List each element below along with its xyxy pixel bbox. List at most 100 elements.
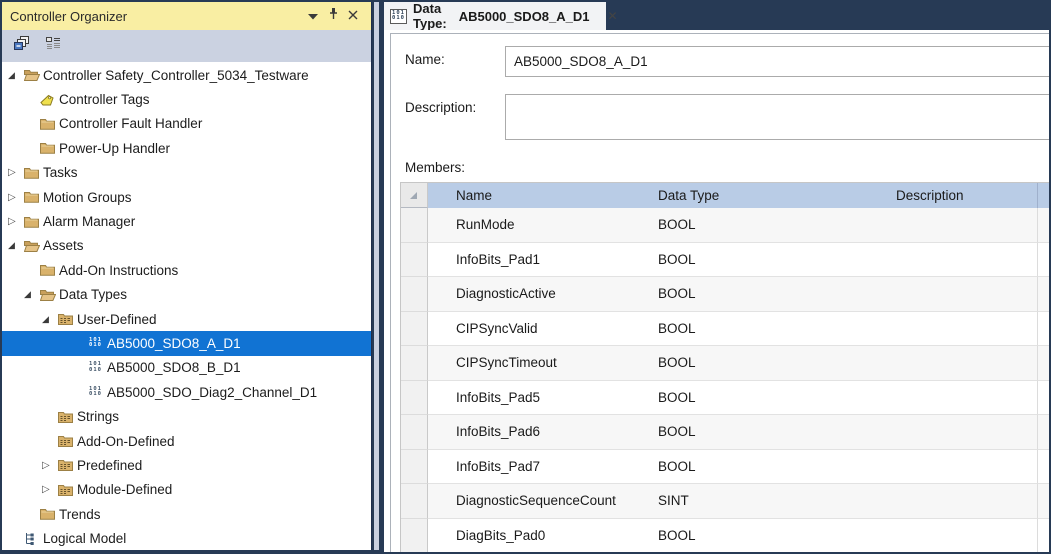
- member-row-cipsyncvalid[interactable]: CIPSyncValid BOOL: [401, 312, 1049, 347]
- member-data-type-cell[interactable]: BOOL: [651, 450, 889, 485]
- panel-splitter[interactable]: [374, 2, 379, 550]
- data-type-library-icon: [58, 484, 76, 496]
- column-header-filler: [1038, 183, 1049, 208]
- tree-item-alarm-manager[interactable]: ▷ Alarm Manager: [2, 209, 371, 233]
- expander-icon[interactable]: ▷: [8, 192, 24, 203]
- row-header-cell[interactable]: [401, 381, 428, 416]
- member-data-type-cell[interactable]: BOOL: [651, 415, 889, 450]
- show-details-button[interactable]: [42, 35, 64, 57]
- tree-item-strings[interactable]: Strings: [2, 404, 371, 428]
- member-row-runmode[interactable]: RunMode BOOL: [401, 208, 1049, 243]
- member-row-infobits-pad7[interactable]: InfoBits_Pad7 BOOL: [401, 450, 1049, 485]
- column-header-data-type[interactable]: Data Type: [651, 183, 889, 208]
- tab-data-type-ab5000-sdo8-a-d1[interactable]: 101010 Data Type:AB5000_SDO8_A_D1 ✕: [384, 2, 606, 30]
- members-label: Members:: [405, 160, 465, 175]
- tree-item-add-on-defined[interactable]: Add-On-Defined: [2, 429, 371, 453]
- member-name-cell[interactable]: DiagnosticActive: [428, 277, 651, 312]
- user-data-type-icon: 101010: [88, 385, 106, 399]
- member-name-cell[interactable]: DiagnosticSequenceCount: [428, 484, 651, 519]
- member-name-cell[interactable]: InfoBits_Pad1: [428, 243, 651, 278]
- member-description-cell[interactable]: [889, 381, 1038, 416]
- tree-item-controller-fault-handler[interactable]: Controller Fault Handler: [2, 112, 371, 136]
- member-name-cell[interactable]: DiagBits_Pad0: [428, 519, 651, 553]
- member-row-cipsynctimeout[interactable]: CIPSyncTimeout BOOL: [401, 346, 1049, 381]
- member-data-type-cell[interactable]: BOOL: [651, 243, 889, 278]
- member-data-type-cell[interactable]: BOOL: [651, 519, 889, 553]
- expander-icon[interactable]: ▷: [8, 167, 24, 178]
- tree-item-predefined[interactable]: ▷ Predefined: [2, 453, 371, 477]
- member-data-type-cell[interactable]: BOOL: [651, 312, 889, 347]
- row-header-cell[interactable]: [401, 484, 428, 519]
- tree-item-motion-groups[interactable]: ▷ Motion Groups: [2, 185, 371, 209]
- pin-button[interactable]: [323, 6, 343, 26]
- tree-item-controller-safety-controller-5034-testware[interactable]: ◢ Controller Safety_Controller_5034_Test…: [2, 63, 371, 87]
- window-position-button[interactable]: [303, 6, 323, 26]
- member-name-cell[interactable]: CIPSyncTimeout: [428, 346, 651, 381]
- member-name-cell[interactable]: InfoBits_Pad6: [428, 415, 651, 450]
- member-row-diagnosticactive[interactable]: DiagnosticActive BOOL: [401, 277, 1049, 312]
- expander-icon[interactable]: ◢: [42, 314, 58, 325]
- expander-icon[interactable]: ▷: [42, 460, 58, 471]
- row-header-cell[interactable]: [401, 312, 428, 347]
- member-filler-cell: [1038, 312, 1049, 347]
- expander-icon[interactable]: ▷: [42, 484, 58, 495]
- row-header-cell[interactable]: [401, 415, 428, 450]
- tree-item-tasks[interactable]: ▷ Tasks: [2, 161, 371, 185]
- member-data-type-cell[interactable]: BOOL: [651, 381, 889, 416]
- collapse-all-button[interactable]: [10, 35, 32, 57]
- row-header-cell[interactable]: [401, 243, 428, 278]
- member-row-diagnosticsequencecount[interactable]: DiagnosticSequenceCount SINT: [401, 484, 1049, 519]
- member-name-cell[interactable]: CIPSyncValid: [428, 312, 651, 347]
- member-description-cell[interactable]: [889, 519, 1038, 553]
- member-row-diagbits-pad0[interactable]: DiagBits_Pad0 BOOL: [401, 519, 1049, 553]
- column-header-name[interactable]: Name: [428, 183, 651, 208]
- member-description-cell[interactable]: [889, 484, 1038, 519]
- row-header-cell[interactable]: [401, 346, 428, 381]
- tree-item-user-defined[interactable]: ◢ User-Defined: [2, 307, 371, 331]
- select-all-corner[interactable]: [401, 183, 428, 208]
- row-header-cell[interactable]: [401, 519, 428, 553]
- close-button[interactable]: [343, 6, 363, 26]
- tree-item-ab5000-sdo8-b-d1[interactable]: 101010 AB5000_SDO8_B_D1: [2, 356, 371, 380]
- member-data-type-cell[interactable]: BOOL: [651, 346, 889, 381]
- tree-item-trends[interactable]: Trends: [2, 502, 371, 526]
- row-header-cell[interactable]: [401, 277, 428, 312]
- column-header-description[interactable]: Description: [889, 183, 1038, 208]
- member-description-cell[interactable]: [889, 208, 1038, 243]
- tree-item-label: Logical Model: [42, 531, 126, 546]
- name-input[interactable]: [505, 46, 1049, 77]
- member-description-cell[interactable]: [889, 346, 1038, 381]
- tree-item-data-types[interactable]: ◢ Data Types: [2, 283, 371, 307]
- member-row-infobits-pad1[interactable]: InfoBits_Pad1 BOOL: [401, 243, 1049, 278]
- member-description-cell[interactable]: [889, 450, 1038, 485]
- member-row-infobits-pad6[interactable]: InfoBits_Pad6 BOOL: [401, 415, 1049, 450]
- member-description-cell[interactable]: [889, 243, 1038, 278]
- tree-item-ab5000-sdo8-a-d1[interactable]: 101010 AB5000_SDO8_A_D1: [2, 331, 371, 355]
- member-data-type-cell[interactable]: BOOL: [651, 208, 889, 243]
- tree-item-add-on-instructions[interactable]: Add-On Instructions: [2, 258, 371, 282]
- member-description-cell[interactable]: [889, 277, 1038, 312]
- member-name-cell[interactable]: RunMode: [428, 208, 651, 243]
- row-header-cell[interactable]: [401, 450, 428, 485]
- expander-icon[interactable]: ▷: [8, 216, 24, 227]
- member-data-type-cell[interactable]: BOOL: [651, 277, 889, 312]
- tree-item-logical-model[interactable]: Logical Model: [2, 526, 371, 550]
- description-textarea[interactable]: [505, 94, 1049, 140]
- expander-icon[interactable]: ◢: [8, 240, 24, 251]
- member-description-cell[interactable]: [889, 415, 1038, 450]
- expander-icon[interactable]: ◢: [24, 289, 40, 300]
- tab-close-icon[interactable]: ✕: [608, 9, 618, 23]
- tree-item-controller-tags[interactable]: Controller Tags: [2, 87, 371, 111]
- member-data-type-cell[interactable]: SINT: [651, 484, 889, 519]
- member-name-cell[interactable]: InfoBits_Pad5: [428, 381, 651, 416]
- tree-item-module-defined[interactable]: ▷ Module-Defined: [2, 478, 371, 502]
- tree-item-ab5000-sdo-diag2-channel-d1[interactable]: 101010 AB5000_SDO_Diag2_Channel_D1: [2, 380, 371, 404]
- member-row-infobits-pad5[interactable]: InfoBits_Pad5 BOOL: [401, 381, 1049, 416]
- tree-item-assets[interactable]: ◢ Assets: [2, 234, 371, 258]
- controller-organizer-panel: Controller Organizer: [2, 2, 372, 550]
- tree-item-power-up-handler[interactable]: Power-Up Handler: [2, 136, 371, 160]
- member-description-cell[interactable]: [889, 312, 1038, 347]
- member-name-cell[interactable]: InfoBits_Pad7: [428, 450, 651, 485]
- row-header-cell[interactable]: [401, 208, 428, 243]
- expander-icon[interactable]: ◢: [8, 70, 24, 81]
